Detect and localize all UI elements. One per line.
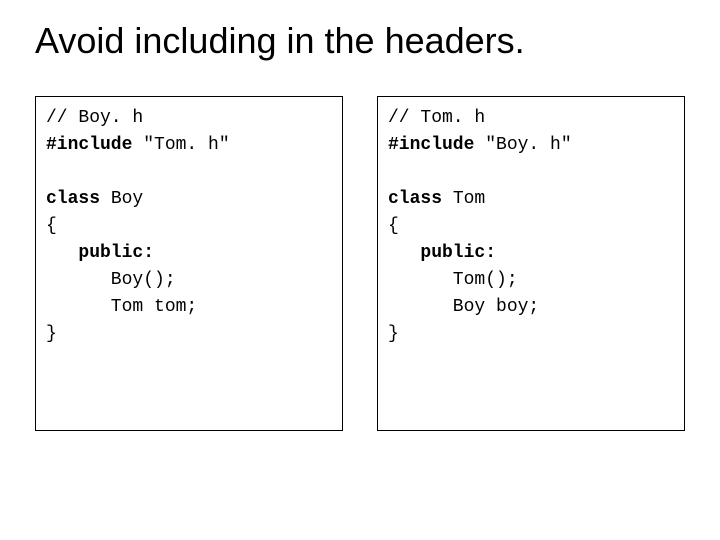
code-line: Boy();: [46, 270, 176, 290]
code-line: }: [388, 324, 399, 344]
code-line: Tom();: [388, 270, 518, 290]
code-line: {: [388, 216, 399, 236]
code-keyword: #include: [46, 135, 132, 155]
code-indent: [46, 243, 78, 263]
code-keyword: class: [46, 189, 100, 209]
columns: // Boy. h #include "Tom. h" class Boy { …: [35, 96, 685, 431]
slide: Avoid including in the headers. // Boy. …: [0, 0, 720, 540]
code-line: }: [46, 324, 57, 344]
code-line: {: [46, 216, 57, 236]
code-text: "Tom. h": [132, 135, 229, 155]
code-text: Tom: [442, 189, 485, 209]
code-text: "Boy. h": [474, 135, 571, 155]
code-line: Boy boy;: [388, 297, 539, 317]
page-title: Avoid including in the headers.: [35, 20, 685, 62]
code-keyword: public:: [420, 243, 496, 263]
code-line: // Tom. h: [388, 108, 485, 128]
code-keyword: public:: [78, 243, 154, 263]
code-indent: [388, 243, 420, 263]
code-keyword: class: [388, 189, 442, 209]
code-box-right: // Tom. h #include "Boy. h" class Tom { …: [377, 96, 685, 431]
code-line: Tom tom;: [46, 297, 197, 317]
code-text: Boy: [100, 189, 143, 209]
code-line: // Boy. h: [46, 108, 143, 128]
code-box-left: // Boy. h #include "Tom. h" class Boy { …: [35, 96, 343, 431]
code-keyword: #include: [388, 135, 474, 155]
